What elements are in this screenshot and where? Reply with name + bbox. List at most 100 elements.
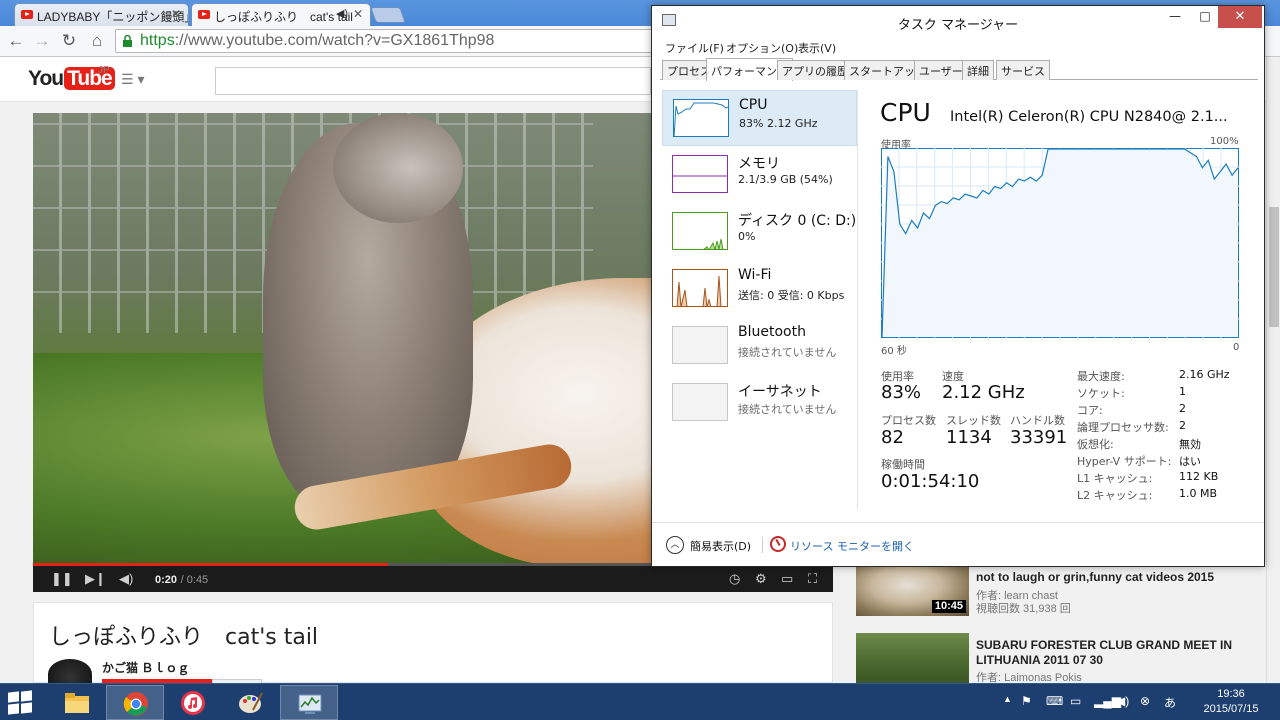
menu-options[interactable]: オプション(O) [726,40,798,56]
mini-graph-cpu-chart [674,102,728,136]
mini-graph-ethernet [672,383,728,421]
mini-graph-memory [672,155,728,193]
spec-value: 2 [1179,402,1186,415]
youtube-logo[interactable]: You Tube JP [28,65,115,91]
mini-graph-disk-chart [703,238,724,249]
current-time: 0:20 [155,574,178,586]
taskbar-clock[interactable]: 19:36 2015/07/15 [1196,687,1266,717]
resource-summary: 2.1/3.9 GB (54%) [738,173,833,186]
forward-arrow-icon[interactable]: → [31,30,53,52]
tab-details[interactable]: 詳細 [962,60,994,80]
video-grey-cat-head [333,113,463,223]
theater-mode-icon[interactable]: ▭ [781,570,793,588]
related-video-title[interactable]: not to laugh or grin,funny cat videos 20… [976,570,1236,585]
task-manager-tabs: プロセス パフォーマンス アプリの履歴 スタートアップ ユーザー 詳細 サービス [660,58,1258,81]
mini-graph-cpu [673,99,729,137]
taskbar-chrome[interactable] [106,685,164,720]
youtube-favicon-icon [198,10,210,19]
resource-monitor-link[interactable]: リソース モニターを開く [790,538,914,554]
resource-disk[interactable]: ディスク 0 (C: D:) 0% [662,204,857,260]
page-scrollbar[interactable] [1266,57,1280,683]
volume-icon[interactable]: ◀) [1116,694,1129,708]
minimize-icon[interactable]: — [1160,6,1190,28]
resource-cpu[interactable]: CPU 83% 2.12 GHz [662,90,857,146]
mini-graph-memory-chart [673,175,727,177]
menu-file[interactable]: ファイル(F) [665,40,724,56]
url-path: /watch?v=GX1861Thp98 [317,32,495,49]
taskbar-paint[interactable] [222,685,280,720]
fewer-details-link[interactable]: 簡易表示(D) [690,538,751,554]
task-manager-titlebar[interactable]: タスク マネージャー — □ ✕ [652,6,1264,36]
resource-wifi[interactable]: Wi-Fi 送信: 0 受信: 0 Kbps [662,261,857,317]
flag-icon[interactable]: ⚑ [1021,694,1032,708]
spec-label: Hyper-V サポート: [1077,455,1172,468]
scrollbar-thumb[interactable] [1269,207,1279,327]
related-video-views: 視聴回数 31,938 回 [976,603,1071,615]
video-thumbnail[interactable] [856,633,969,689]
windows-start-icon[interactable] [8,690,34,715]
tab-app-history[interactable]: アプリの履歴 [777,60,853,80]
close-icon[interactable]: ✕ [171,7,181,21]
spec-label: コア: [1077,404,1103,417]
browser-tab-ladybaby[interactable]: LADYBABY「ニッポン饅頭」 ✕ [14,3,189,26]
video-duration: / 0:45 [180,574,209,586]
address-bar[interactable]: https://www.youtube.com/watch?v=GX1861Th… [115,29,655,53]
related-video-item[interactable]: 10:45 not to laugh or grin,funny cat vid… [856,560,1280,626]
close-circle-icon[interactable]: ⊗ [1140,694,1150,708]
speaker-icon: ◀) [335,8,348,20]
thumbnail-duration: 10:45 [931,600,966,613]
detail-heading: CPU [880,98,931,127]
spec-label: 論理プロセッサ数: [1077,421,1169,434]
taskbar-explorer[interactable] [48,685,106,720]
fullscreen-icon[interactable]: ⛶ [808,570,817,588]
pane-divider[interactable] [857,90,858,510]
resource-memory[interactable]: メモリ 2.1/3.9 GB (54%) [662,147,857,203]
menu-view[interactable]: 表示(V) [798,40,836,56]
chevron-up-icon[interactable]: ︿ [666,536,684,554]
search-input[interactable] [215,67,651,95]
resource-summary: 接続されていません [738,346,837,359]
mini-graph-wifi [672,269,728,307]
youtube-favicon-icon [21,10,33,19]
taskbar-task-manager[interactable] [280,685,338,720]
browser-tab-cats-tail[interactable]: しっぽふりふり cat's tail ◀) ✕ [191,3,371,27]
footer-separator [762,537,763,553]
tab-users[interactable]: ユーザー [914,60,968,80]
guide-menu-icon[interactable]: ☰ ▾ [121,71,144,88]
mini-graph-bluetooth [672,326,728,364]
handles-label: ハンドル数 [1010,414,1065,427]
close-icon[interactable]: ✕ [1218,6,1262,28]
tab-services[interactable]: サービス [996,60,1050,80]
close-icon[interactable]: ✕ [353,7,363,21]
settings-gear-icon[interactable]: ⚙ [755,570,767,588]
new-tab-button[interactable] [370,7,406,23]
back-arrow-icon[interactable]: ← [5,30,27,52]
handles-value: 33391 [1010,427,1068,448]
reload-icon[interactable]: ↻ [58,30,80,52]
next-icon[interactable]: ▶❙ [85,570,106,588]
task-manager-window[interactable]: タスク マネージャー — □ ✕ ファイル(F) オプション(O) 表示(V) … [651,5,1265,567]
watch-later-icon[interactable]: ◷ [729,570,740,588]
maximize-icon[interactable]: □ [1190,6,1220,28]
resource-name: ディスク 0 (C: D:) [738,213,857,229]
spec-label: L2 キャッシュ: [1077,489,1153,502]
home-icon[interactable]: ⌂ [86,30,108,52]
pause-icon[interactable]: ❚❚ [51,570,73,588]
keyboard-icon[interactable]: ⌨ [1046,694,1063,708]
region-label: JP [98,65,110,76]
resource-bluetooth[interactable]: Bluetooth 接続されていません [662,318,857,374]
clock-time: 19:36 [1217,688,1245,700]
resource-name: メモリ [738,156,780,172]
taskbar-itunes[interactable] [164,685,222,720]
channel-name[interactable]: かご猫 Ｂｌｏｇ [102,659,189,676]
tray-expand-icon[interactable]: ▲ [1003,694,1012,704]
volume-icon[interactable]: ◀) [119,570,133,588]
spec-label: L1 キャッシュ: [1077,472,1153,485]
ime-icon[interactable]: あ [1164,694,1176,711]
processes-value: 82 [881,427,904,448]
related-video-title[interactable]: SUBARU FORESTER CLUB GRAND MEET IN LITHU… [976,638,1236,668]
battery-icon[interactable]: ▭ [1070,694,1081,708]
task-manager-footer: ︿ 簡易表示(D) リソース モニターを開く [652,522,1264,566]
video-thumbnail[interactable]: 10:45 [856,560,969,616]
resource-ethernet[interactable]: イーサネット 接続されていません [662,375,857,431]
